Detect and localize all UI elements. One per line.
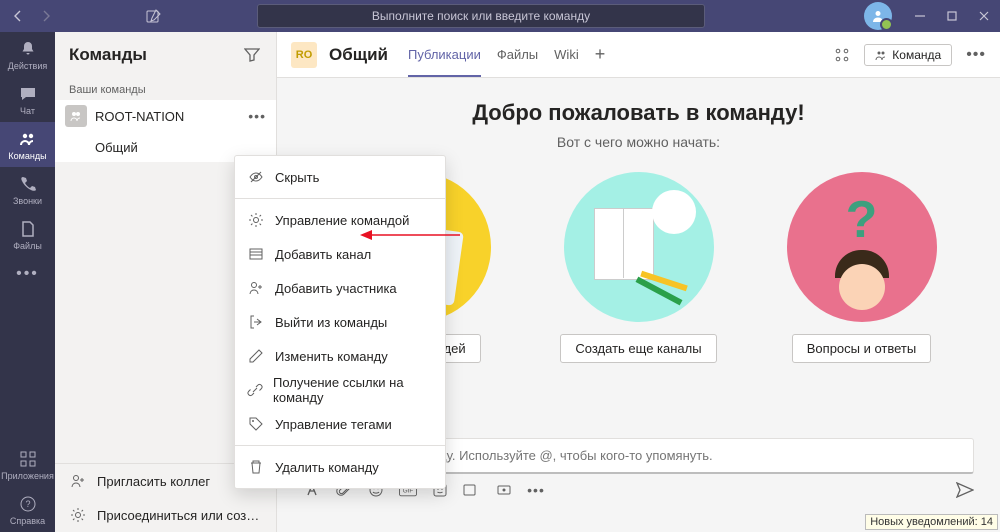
rail-calls[interactable]: Звонки	[0, 167, 55, 212]
ctx-manage-tags[interactable]: Управление тегами	[235, 407, 445, 441]
app-rail: Действия Чат Команды Звонки Файлы ••• Пр…	[0, 32, 55, 532]
nav-forward-button[interactable]	[34, 4, 58, 28]
rail-label: Справка	[10, 516, 45, 526]
channel-more-button[interactable]: •••	[966, 46, 986, 64]
team-avatar	[65, 105, 87, 127]
edit-icon	[247, 348, 265, 364]
window-minimize-button[interactable]	[904, 0, 936, 32]
org-icon[interactable]	[834, 47, 850, 63]
apps-icon	[18, 449, 38, 469]
rail-apps[interactable]: Приложения	[0, 442, 55, 487]
channel-header: RO Общий Публикации Файлы Wiki + Команда…	[277, 32, 1000, 78]
ctx-add-member[interactable]: Добавить участника	[235, 271, 445, 305]
tab-files[interactable]: Файлы	[497, 32, 538, 77]
ctx-leave-team[interactable]: Выйти из команды	[235, 305, 445, 339]
more-compose-icon[interactable]: •••	[527, 482, 545, 498]
join-create-link[interactable]: Присоединиться или соз…	[55, 498, 276, 532]
welcome-card-create-channels: Создать еще каналы	[551, 172, 726, 363]
rail-label: Действия	[8, 61, 47, 71]
tab-wiki[interactable]: Wiki	[554, 32, 579, 77]
ctx-delete-team[interactable]: Удалить команду	[235, 450, 445, 484]
rail-label: Приложения	[1, 471, 54, 481]
titlebar: Выполните поиск или введите команду	[0, 0, 1000, 32]
add-channel-icon	[247, 246, 265, 262]
teams-icon	[18, 129, 38, 149]
profile-avatar[interactable]	[864, 2, 892, 30]
search-input[interactable]: Выполните поиск или введите команду	[257, 4, 705, 28]
team-row[interactable]: ROOT-NATION •••	[55, 100, 276, 132]
rail-label: Звонки	[13, 196, 42, 206]
create-channels-button[interactable]: Создать еще каналы	[560, 334, 716, 363]
send-button[interactable]	[956, 482, 974, 498]
rail-teams[interactable]: Команды	[0, 122, 55, 167]
team-name: ROOT-NATION	[95, 109, 248, 124]
channel-label: Общий	[95, 140, 138, 155]
gear-icon	[247, 212, 265, 228]
gear-icon	[69, 506, 87, 524]
illustration-faq: ?	[787, 172, 937, 322]
your-teams-label: Ваши команды	[55, 78, 276, 100]
add-tab-button[interactable]: +	[595, 44, 606, 65]
nav-back-button[interactable]	[6, 4, 30, 28]
rail-help[interactable]: ? Справка	[0, 487, 55, 532]
rail-label: Файлы	[13, 241, 42, 251]
invite-label: Пригласить коллег	[97, 474, 210, 489]
rail-label: Чат	[20, 106, 35, 116]
chat-icon	[18, 84, 38, 104]
welcome-card-faq: ? Вопросы и ответы	[774, 172, 949, 363]
channel-title: Общий	[329, 45, 388, 65]
ctx-manage-team[interactable]: Управление командой	[235, 203, 445, 237]
add-member-icon	[247, 280, 265, 296]
file-icon	[18, 219, 38, 239]
stream-icon[interactable]	[495, 483, 513, 497]
ctx-get-link[interactable]: Получение ссылки на команду	[235, 373, 445, 407]
tag-icon	[247, 416, 265, 432]
help-icon: ?	[18, 494, 38, 514]
welcome-subtitle: Вот с чего можно начать:	[297, 134, 980, 150]
illustration-channels	[564, 172, 714, 322]
rail-chat[interactable]: Чат	[0, 77, 55, 122]
rail-activity[interactable]: Действия	[0, 32, 55, 77]
rail-files[interactable]: Файлы	[0, 212, 55, 257]
faq-button[interactable]: Вопросы и ответы	[792, 334, 931, 363]
link-icon	[247, 382, 263, 398]
tab-posts[interactable]: Публикации	[408, 32, 481, 77]
svg-text:?: ?	[25, 499, 30, 509]
new-message-button[interactable]	[138, 0, 170, 32]
bell-icon	[18, 39, 38, 59]
trash-icon	[247, 459, 265, 475]
team-context-menu: Скрыть Управление командой Добавить кана…	[234, 155, 446, 489]
panel-title: Команды	[69, 45, 242, 65]
filter-button[interactable]	[242, 45, 262, 65]
welcome-title: Добро пожаловать в команду!	[297, 100, 980, 126]
more-icon: •••	[18, 264, 38, 284]
search-placeholder: Выполните поиск или введите команду	[372, 9, 590, 23]
channel-avatar: RO	[291, 42, 317, 68]
window-close-button[interactable]	[968, 0, 1000, 32]
team-more-button[interactable]: •••	[248, 108, 266, 124]
phone-icon	[18, 174, 38, 194]
ctx-edit-team[interactable]: Изменить команду	[235, 339, 445, 373]
rail-label: Команды	[8, 151, 46, 161]
window-maximize-button[interactable]	[936, 0, 968, 32]
notification-badge: Новых уведомлений: 14	[865, 514, 998, 530]
ctx-hide[interactable]: Скрыть	[235, 160, 445, 194]
rail-more[interactable]: •••	[0, 257, 55, 292]
hide-icon	[247, 169, 265, 185]
team-button[interactable]: Команда	[864, 44, 952, 66]
invite-icon	[69, 472, 87, 490]
leave-icon	[247, 314, 265, 330]
meet-now-icon[interactable]	[463, 483, 481, 497]
join-create-label: Присоединиться или соз…	[97, 508, 259, 523]
ctx-add-channel[interactable]: Добавить канал	[235, 237, 445, 271]
